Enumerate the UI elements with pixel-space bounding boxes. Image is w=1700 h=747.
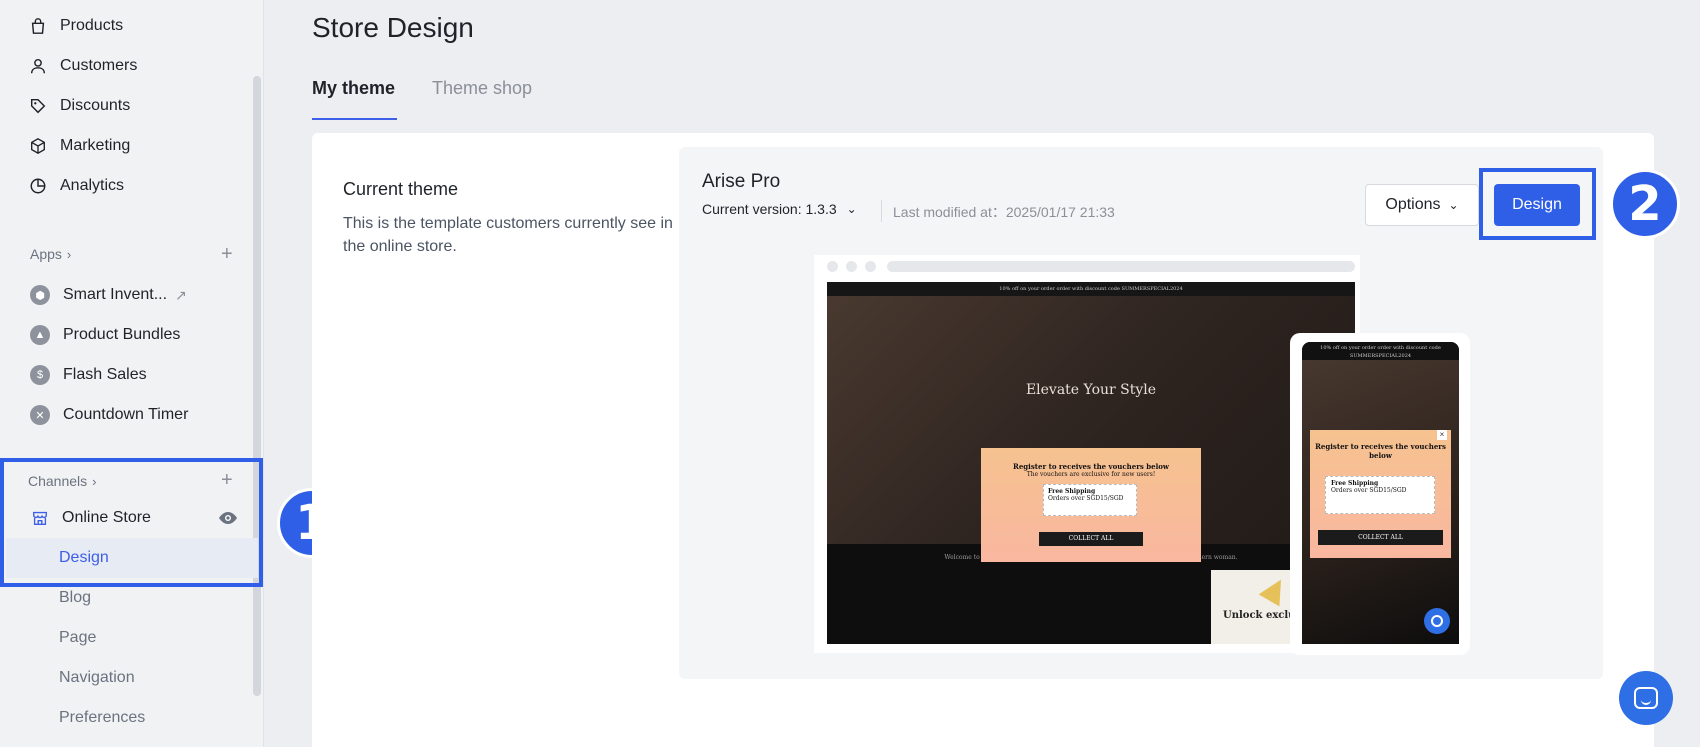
- mobile-announcement-bar: 10% off on your order order with discoun…: [1302, 342, 1459, 360]
- close-icon: ×: [1437, 430, 1447, 440]
- sidebar-item-label: Products: [60, 17, 124, 34]
- mobile-voucher-popup: Register to receives the vouchers below …: [1310, 430, 1451, 558]
- sidebar-item-label: Marketing: [60, 137, 131, 154]
- messenger-icon: [1424, 608, 1450, 634]
- sidebar-item-analytics[interactable]: Analytics: [28, 173, 124, 199]
- sidebar-app-smart-inventory[interactable]: ⬢ Smart Invent... ↗: [30, 282, 187, 308]
- window-dot: [865, 261, 876, 272]
- voucher-title: Free Shipping: [1048, 488, 1096, 495]
- mobile-voucher: Free Shipping Orders over SGD15/SGD: [1325, 476, 1435, 514]
- desktop-preview-image: 10% off on your order order with discoun…: [827, 282, 1355, 644]
- apps-section-header[interactable]: Apps ›: [30, 246, 71, 262]
- sidebar-item-marketing[interactable]: Marketing: [28, 133, 130, 159]
- sidebar-subitem-blog[interactable]: Blog: [59, 589, 91, 607]
- sidebar-app-product-bundles[interactable]: ▲ Product Bundles: [30, 322, 180, 348]
- last-modified-text: Last modified at：2025/01/17 21:33: [893, 204, 1115, 220]
- flash-sales-icon: $: [30, 365, 50, 385]
- options-label: Options: [1385, 196, 1441, 213]
- tab-my-theme[interactable]: My theme: [312, 78, 395, 99]
- mobile-voucher-title: Free Shipping: [1331, 480, 1379, 487]
- options-button[interactable]: Options ⌄: [1365, 184, 1479, 226]
- window-dot: [846, 261, 857, 272]
- mobile-popup-title: Register to receives the vouchers below: [1315, 442, 1446, 460]
- chevron-right-icon: ›: [66, 246, 72, 262]
- popup-voucher: Free Shipping Orders over SGD15/SGD: [1043, 484, 1137, 516]
- tab-active-underline: [312, 118, 397, 120]
- chevron-down-icon: ⌄: [846, 202, 857, 216]
- annotation-badge-2: 2: [1610, 169, 1680, 239]
- mobile-voucher-desc: Orders over SGD15/SGD: [1331, 487, 1407, 494]
- popup-subtitle: The vouchers are exclusive for new users…: [1026, 471, 1156, 478]
- highlight-box-design-button: [1479, 168, 1596, 240]
- sidebar-item-discounts[interactable]: Discounts: [28, 93, 130, 119]
- popup-title: Register to receives the vouchers below: [1013, 462, 1169, 471]
- sidebar-subitem-navigation[interactable]: Navigation: [59, 669, 135, 687]
- person-icon: [28, 56, 48, 76]
- chat-icon: [1634, 687, 1658, 709]
- countdown-timer-icon: ✕: [30, 405, 50, 425]
- bag-icon: [28, 16, 48, 36]
- apps-label: Apps: [30, 246, 62, 262]
- preview-announcement-bar: 10% off on your order order with discoun…: [827, 282, 1355, 296]
- sidebar-item-label: Countdown Timer: [63, 406, 189, 423]
- sidebar-item-products[interactable]: Products: [28, 13, 123, 39]
- sidebar-app-flash-sales[interactable]: $ Flash Sales: [30, 362, 147, 388]
- product-bundles-icon: ▲: [30, 325, 50, 345]
- tag-icon: [28, 96, 48, 116]
- mobile-preview-image: 10% off on your order order with discoun…: [1302, 342, 1459, 644]
- divider: [881, 200, 882, 222]
- ice-cream-icon: [1258, 573, 1292, 607]
- current-theme-title: Current theme: [343, 179, 459, 199]
- sidebar-item-label: Smart Invent...: [63, 286, 168, 303]
- add-app-plus-icon[interactable]: +: [221, 244, 233, 264]
- sidebar-subitem-page[interactable]: Page: [59, 629, 96, 647]
- highlight-box-channels: [0, 458, 263, 587]
- chat-support-button[interactable]: [1619, 671, 1673, 725]
- preview-voucher-popup: Register to receives the vouchers below …: [981, 448, 1201, 562]
- preview-hero-text: Elevate Your Style: [1025, 382, 1157, 398]
- smart-inventory-icon: ⬢: [30, 285, 50, 305]
- theme-name: Arise Pro: [702, 171, 781, 192]
- external-link-icon[interactable]: ↗: [175, 287, 187, 304]
- sidebar-item-label: Product Bundles: [63, 326, 181, 343]
- chevron-down-icon: ⌄: [1448, 198, 1459, 212]
- version-dropdown[interactable]: Current version: 1.3.3 ⌄: [702, 201, 857, 217]
- cube-icon: [28, 136, 48, 156]
- tab-theme-shop[interactable]: Theme shop: [432, 78, 532, 99]
- popup-collect-button: COLLECT ALL: [1039, 532, 1143, 546]
- sidebar-item-label: Flash Sales: [63, 366, 147, 383]
- sidebar-scrollbar[interactable]: [253, 76, 261, 696]
- mobile-collect-button: COLLECT ALL: [1318, 530, 1443, 545]
- sidebar-subitem-preferences[interactable]: Preferences: [59, 709, 145, 727]
- pie-chart-icon: [28, 176, 48, 196]
- sidebar: Products Customers Discounts Marketing A…: [0, 0, 264, 747]
- sidebar-app-countdown-timer[interactable]: ✕ Countdown Timer: [30, 402, 188, 428]
- window-dot: [827, 261, 838, 272]
- sidebar-item-label: Discounts: [60, 97, 131, 114]
- voucher-desc: Orders over SGD15/SGD: [1048, 495, 1124, 502]
- page-title: Store Design: [312, 12, 474, 43]
- sidebar-item-label: Customers: [60, 57, 138, 74]
- sidebar-item-customers[interactable]: Customers: [28, 53, 137, 79]
- current-theme-description: This is the template customers currently…: [343, 215, 673, 255]
- sidebar-item-label: Analytics: [60, 177, 125, 194]
- address-bar: [887, 261, 1355, 272]
- version-label: Current version: 1.3.3: [702, 201, 837, 217]
